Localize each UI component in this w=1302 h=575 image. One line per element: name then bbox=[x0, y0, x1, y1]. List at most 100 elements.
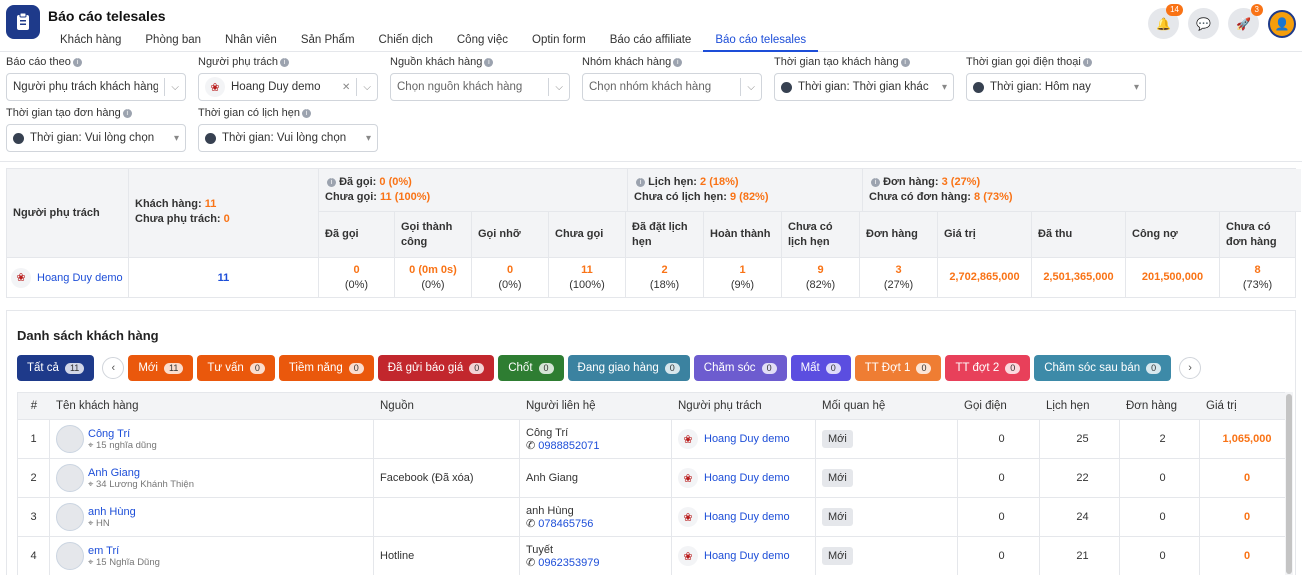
value-cell: 1,065,000 bbox=[1222, 433, 1272, 445]
summary-col-header: Gọi nhỡ bbox=[472, 212, 549, 258]
column-header[interactable]: # bbox=[18, 400, 50, 412]
owner-select[interactable]: ❀ Hoang Duy demo ✕ ⌵ bbox=[198, 73, 378, 101]
group-label: Nhóm khách hàng i bbox=[582, 56, 762, 70]
summary-col-header: Đã đặt lịch hẹn bbox=[626, 212, 704, 258]
chip-count: 0 bbox=[249, 362, 265, 374]
summary-value-cell: 8 (73%) bbox=[1220, 258, 1295, 298]
status-chip[interactable]: Chăm sóc sau bán 0 bbox=[1034, 355, 1172, 381]
rocket-button[interactable]: 🚀 3 bbox=[1228, 4, 1263, 39]
column-header[interactable]: Tên khách hàng bbox=[50, 400, 374, 412]
status-chip[interactable]: Mất 0 bbox=[790, 355, 851, 381]
clock-icon bbox=[973, 81, 984, 93]
chat-icon: 💬 bbox=[1196, 16, 1211, 31]
created-time-select[interactable]: Thời gian: Thời gian khác ▾ bbox=[774, 73, 954, 101]
status-chip[interactable]: Chốt 0 bbox=[498, 355, 564, 381]
status-chip[interactable]: Tư vấn 0 bbox=[197, 355, 275, 381]
nav-tab[interactable]: Báo cáo telesales bbox=[703, 32, 819, 52]
contact-cell: Anh Giang bbox=[520, 459, 672, 497]
phone-icon: ✆ bbox=[526, 517, 536, 530]
notification-button[interactable]: 🔔 14 bbox=[1148, 4, 1183, 39]
table-row[interactable]: 3 anh Hùng ⌖ HN anh Hùng ✆ 078465756 ❀ Ho… bbox=[17, 498, 1287, 537]
contact-cell: Công Trí ✆ 0988852071 bbox=[520, 420, 672, 458]
nav-tab[interactable]: Khách hàng bbox=[48, 32, 133, 52]
customer-cell: Công Trí ⌖ 15 nghĩa dũng bbox=[50, 420, 374, 458]
status-chip[interactable]: Tiềm năng 0 bbox=[278, 355, 374, 381]
owner-cell: ❀ Hoang Duy demo bbox=[672, 537, 816, 575]
nav-tab[interactable]: Optin form bbox=[520, 32, 598, 52]
nav-tab[interactable]: Chiến dịch bbox=[367, 32, 445, 52]
call-time-select[interactable]: Thời gian: Hôm nay ▾ bbox=[966, 73, 1146, 101]
scroll-thumb[interactable] bbox=[1286, 394, 1292, 574]
chip-count: 0 bbox=[348, 362, 364, 374]
chips-prev-button[interactable]: ‹ bbox=[102, 357, 125, 379]
status-chip[interactable]: Đã gửi báo giá 0 bbox=[377, 355, 495, 381]
column-header[interactable]: Lịch hẹn bbox=[1040, 400, 1120, 412]
summary-value-cell: 0 (0%) bbox=[319, 258, 395, 298]
appt-time-label: Thời gian có lịch hẹn i bbox=[198, 107, 378, 121]
table-row[interactable]: 1 Công Trí ⌖ 15 nghĩa dũng Công Trí ✆ 09… bbox=[17, 420, 1287, 459]
location-icon: ⌖ bbox=[88, 478, 94, 490]
owner-avatar: ❀ bbox=[205, 77, 225, 97]
customer-name[interactable]: Công Trí bbox=[88, 428, 157, 440]
info-icon: i bbox=[636, 177, 645, 187]
source-cell: Hotline bbox=[374, 537, 520, 575]
summary-owner-cell[interactable]: ❀ Hoang Duy demo bbox=[7, 258, 129, 298]
table-row[interactable]: 4 em Trí ⌖ 15 Nghĩa Dũng Hotline Tuyết ✆… bbox=[17, 537, 1287, 575]
relationship-cell: Mới bbox=[816, 498, 958, 536]
owner-avatar: ❀ bbox=[678, 507, 698, 527]
column-header[interactable]: Giá trị bbox=[1200, 400, 1288, 412]
nav-tab[interactable]: Công việc bbox=[445, 32, 520, 52]
contact-phone[interactable]: 078465756 bbox=[538, 518, 593, 530]
status-chip[interactable]: TT đợt 20 bbox=[945, 355, 1031, 381]
column-header[interactable]: Đơn hàng bbox=[1120, 400, 1200, 412]
nav-tab[interactable]: Nhân viên bbox=[213, 32, 289, 52]
report-app-icon[interactable] bbox=[6, 5, 40, 39]
summary-customers-cell[interactable]: 11 bbox=[129, 258, 319, 298]
relationship-badge[interactable]: Mới bbox=[822, 547, 853, 565]
source-select[interactable]: Chọn nguồn khách hàng ⌵ bbox=[390, 73, 570, 101]
created-time-label: Thời gian tạo khách hàng i bbox=[774, 56, 954, 70]
column-header[interactable]: Người phụ trách bbox=[672, 400, 816, 412]
table-row[interactable]: 2 Anh Giang ⌖ 34 Lương Khánh Thiện Faceb… bbox=[17, 459, 1287, 498]
status-chip[interactable]: Đang giao hàng 0 bbox=[567, 355, 690, 381]
nav-tab[interactable]: Sản Phẩm bbox=[289, 32, 367, 52]
relationship-badge[interactable]: Mới bbox=[822, 508, 853, 526]
customer-name[interactable]: em Trí bbox=[88, 545, 160, 557]
column-header[interactable]: Gọi điện bbox=[958, 400, 1040, 412]
user-avatar[interactable]: 👤 bbox=[1268, 9, 1296, 38]
customer-list-card: Danh sách khách hàng ‹ › Tất cả 11 Mới 11 Tư… bbox=[6, 310, 1296, 575]
column-header[interactable]: Mối quan hệ bbox=[816, 400, 958, 412]
group-select[interactable]: Chọn nhóm khách hàng ⌵ bbox=[582, 73, 762, 101]
appt-time-select[interactable]: Thời gian: Vui lòng chọn ▾ bbox=[198, 124, 378, 152]
status-chip[interactable]: Mới 11 bbox=[128, 355, 194, 381]
summary-value-cell: 3 (27%) bbox=[860, 258, 938, 298]
row-number: 2 bbox=[18, 459, 50, 497]
status-chip[interactable]: TT Đợt 10 bbox=[854, 355, 942, 381]
relationship-badge[interactable]: Mới bbox=[822, 430, 853, 448]
column-header[interactable]: Người liên hệ bbox=[520, 400, 672, 412]
nav-tab[interactable]: Phòng ban bbox=[133, 32, 213, 52]
owner-avatar: ❀ bbox=[678, 429, 698, 449]
nav-tab[interactable]: Báo cáo affiliate bbox=[598, 32, 704, 52]
summary-value-cell: 0 (0%) bbox=[472, 258, 549, 298]
customer-name[interactable]: anh Hùng bbox=[88, 506, 136, 518]
calls-cell: 0 bbox=[958, 537, 1040, 575]
chips-next-button[interactable]: › bbox=[1179, 357, 1202, 379]
chat-button[interactable]: 💬 bbox=[1188, 8, 1219, 39]
status-chip[interactable]: Chăm sóc 0 bbox=[693, 355, 787, 381]
chip-count: 0 bbox=[1146, 362, 1162, 374]
relationship-cell: Mới bbox=[816, 459, 958, 497]
clear-icon[interactable]: ✕ bbox=[342, 82, 350, 93]
customer-name[interactable]: Anh Giang bbox=[88, 467, 194, 479]
contact-cell: anh Hùng ✆ 078465756 bbox=[520, 498, 672, 536]
column-header[interactable]: Nguồn bbox=[374, 400, 520, 412]
relationship-badge[interactable]: Mới bbox=[822, 469, 853, 487]
contact-phone[interactable]: 0962353979 bbox=[538, 557, 599, 569]
info-icon: i bbox=[673, 57, 683, 67]
report-by-select[interactable]: Người phụ trách khách hàng ⌵ bbox=[6, 73, 186, 101]
contact-phone[interactable]: 0988852071 bbox=[538, 440, 599, 452]
summary-value-cell: 0 (0m 0s) (0%) bbox=[395, 258, 472, 298]
status-chip[interactable]: Tất cả 11 bbox=[17, 355, 95, 381]
order-time-select[interactable]: Thời gian: Vui lòng chọn ▾ bbox=[6, 124, 186, 152]
chevron-down-icon: ⌵ bbox=[171, 81, 179, 93]
